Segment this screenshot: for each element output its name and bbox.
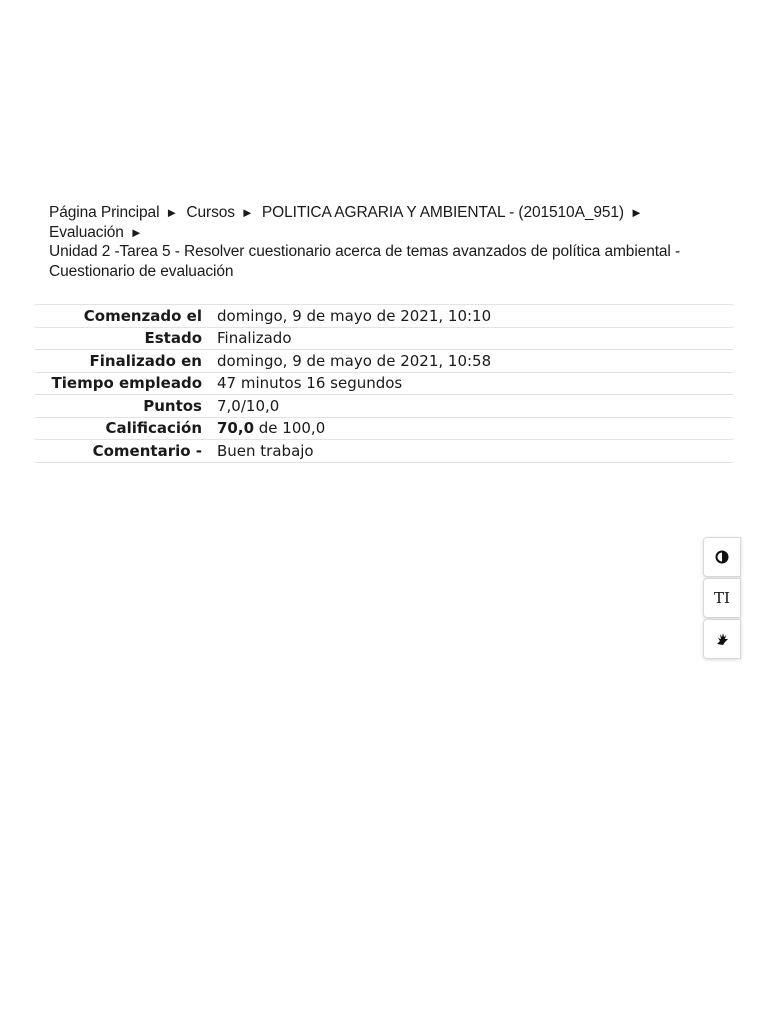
row-value-points: 7,0/10,0 [217, 396, 280, 415]
table-row: Tiempo empleado 47 minutos 16 segundos [35, 372, 733, 395]
table-row: Finalizado en domingo, 9 de mayo de 2021… [35, 349, 733, 373]
grade-score: 70,0 [217, 419, 255, 438]
row-value-time-taken: 47 minutos 16 segundos [217, 374, 403, 393]
table-row: Calificación 70,0 de 100,0 [35, 417, 733, 440]
contrast-button[interactable] [703, 537, 741, 577]
contrast-icon [715, 550, 729, 564]
row-label-grade: Calificación [105, 419, 202, 438]
text-size-button[interactable]: TI [703, 578, 741, 618]
row-value-grade: 70,0 de 100,0 [207, 417, 733, 440]
row-label-points: Puntos [143, 396, 202, 415]
table-row: Estado Finalizado [35, 327, 733, 350]
row-label-started: Comenzado el [83, 306, 202, 325]
table-row: Puntos 7,0/10,0 [35, 394, 733, 418]
row-value-started: domingo, 9 de mayo de 2021, 10:10 [217, 306, 492, 325]
text-size-icon: TI [714, 589, 730, 607]
breadcrumb-separator: ► [629, 205, 643, 220]
row-value-comment: Buen trabajo [217, 441, 314, 460]
sign-language-hand-icon [714, 631, 730, 647]
breadcrumb-separator: ► [165, 205, 179, 220]
row-value-state: Finalizado [217, 329, 292, 348]
row-label-comment: Comentario - [92, 441, 202, 460]
breadcrumb-courses[interactable]: Cursos [186, 204, 235, 221]
breadcrumb-evaluation[interactable]: Evaluación [49, 224, 124, 241]
breadcrumb-course[interactable]: POLITICA AGRARIA Y AMBIENTAL - (201510A_… [262, 204, 624, 221]
quiz-summary-table: Comenzado el domingo, 9 de mayo de 2021,… [35, 304, 733, 463]
table-row: Comentario - Buen trabajo [35, 439, 733, 462]
breadcrumb-separator: ► [240, 205, 254, 220]
breadcrumb-separator: ► [129, 224, 143, 240]
accessibility-toolbar: TI [703, 537, 741, 660]
row-value-finished: domingo, 9 de mayo de 2021, 10:58 [217, 351, 492, 370]
row-label-time-taken: Tiempo empleado [51, 374, 202, 393]
sign-language-button[interactable] [703, 619, 741, 659]
breadcrumb-current-quiz[interactable]: Unidad 2 -Tarea 5 - Resolver cuestionari… [49, 243, 680, 280]
breadcrumb: Página Principal ► Cursos ► POLITICA AGRAR… [49, 203, 729, 281]
row-label-finished: Finalizado en [89, 351, 202, 370]
breadcrumb-home[interactable]: Página Principal [49, 204, 160, 221]
grade-out-of: de 100,0 [254, 419, 326, 438]
row-label-state: Estado [144, 329, 202, 348]
table-row: Comenzado el domingo, 9 de mayo de 2021,… [35, 304, 733, 328]
